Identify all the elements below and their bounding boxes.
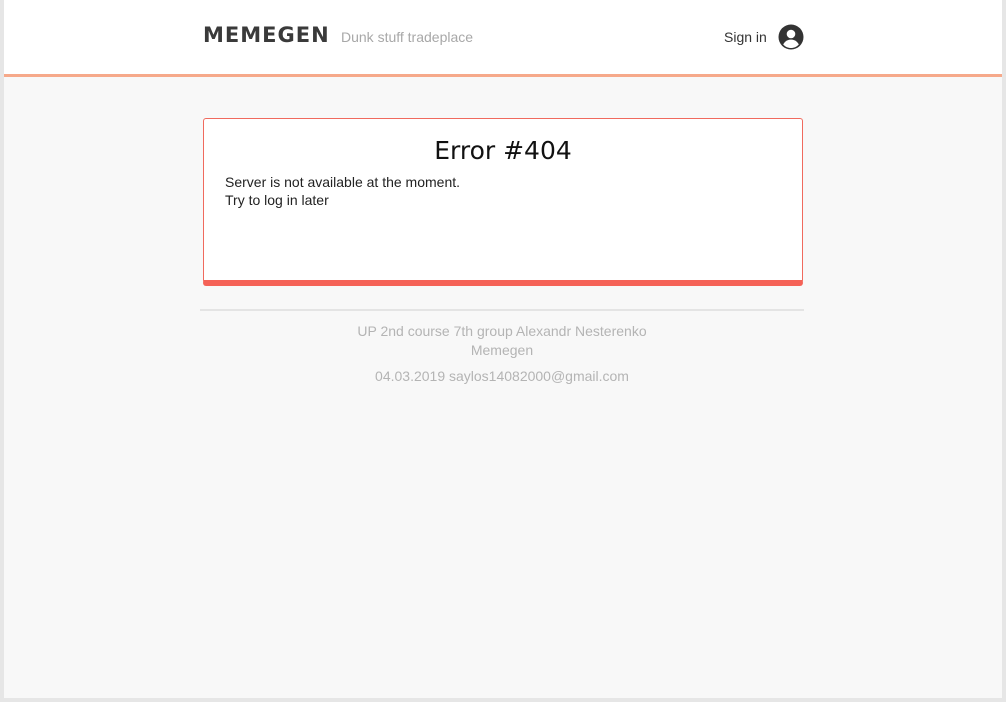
footer-author: UP 2nd course 7th group Alexandr Nestere… [357,323,647,339]
account-circle-icon[interactable] [778,24,804,50]
tagline: Dunk stuff tradeplace [341,29,474,45]
logo[interactable]: MEMEGEN [203,23,330,47]
sign-in-link[interactable]: Sign in [724,29,767,45]
header: MEMEGEN Dunk stuff tradeplace Sign in [4,0,1002,77]
footer-app-name: Memegen [470,342,534,358]
footer-date-email: 04.03.2019 saylos14082000@gmail.com [375,368,629,384]
app-window: MEMEGEN Dunk stuff tradeplace Sign in Er… [4,0,1002,698]
error-card: Error #404 Server is not available at th… [203,118,803,286]
error-message-line-2: Try to log in later [225,192,329,208]
footer-divider [200,309,804,311]
error-message-line-1: Server is not available at the moment. [225,174,461,190]
error-title: Error #404 [434,136,572,165]
